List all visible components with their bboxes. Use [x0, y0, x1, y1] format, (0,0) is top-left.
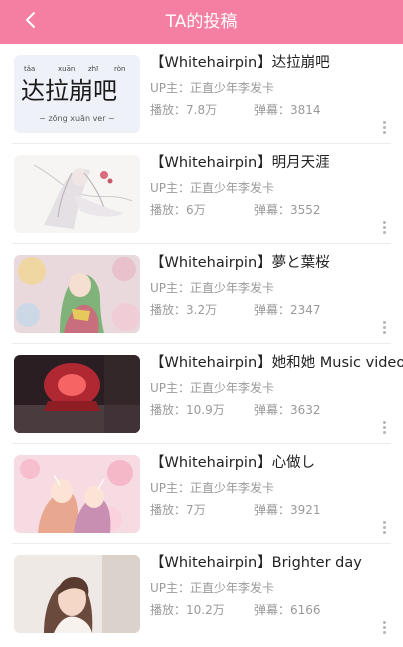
- play-count: 播放：10.9万: [150, 402, 225, 418]
- play-count-label: 播放：: [150, 303, 187, 317]
- danmaku-count-value: 3921: [290, 503, 321, 517]
- uploader-label: UP主：: [150, 381, 191, 395]
- uploader-label: UP主：: [150, 81, 191, 95]
- danmaku-count-value: 3814: [290, 103, 321, 117]
- danmaku-count-value: 3632: [290, 403, 321, 417]
- uploader-label: UP主：: [150, 281, 191, 295]
- video-title[interactable]: 【Whitehairpin】Brighter day: [150, 553, 395, 573]
- danmaku-count: 弹幕：2347: [254, 302, 321, 318]
- play-count-label: 播放：: [150, 403, 187, 417]
- play-count-value: 7万: [186, 503, 206, 517]
- video-thumbnail[interactable]: [14, 355, 140, 433]
- more-button[interactable]: [378, 619, 390, 635]
- play-count-value: 10.9万: [186, 403, 225, 417]
- video-thumbnail[interactable]: [14, 155, 140, 233]
- danmaku-count-label: 弹幕：: [254, 103, 291, 117]
- uploader-name[interactable]: 正直少年李发卡: [190, 281, 274, 295]
- play-count: 播放：7.8万: [150, 102, 217, 118]
- video-thumbnail[interactable]: [14, 555, 140, 633]
- uploader-name[interactable]: 正直少年李发卡: [190, 81, 274, 95]
- page-title: TA的投稿: [165, 12, 238, 32]
- uploader-name[interactable]: 正直少年李发卡: [190, 381, 274, 395]
- danmaku-count-value: 2347: [290, 303, 321, 317]
- danmaku-count-label: 弹幕：: [254, 203, 291, 217]
- video-item[interactable]: 【Whitehairpin】心做し UP主：正直少年李发卡 播放：7万 弹幕：3…: [0, 444, 403, 544]
- video-title[interactable]: 【Whitehairpin】她和她 Music video: [150, 353, 403, 373]
- play-count-value: 10.2万: [186, 603, 225, 617]
- uploader-name[interactable]: 正直少年李发卡: [190, 181, 274, 195]
- more-button[interactable]: [378, 119, 390, 135]
- uploader-info: UP主：正直少年李发卡: [150, 180, 274, 196]
- danmaku-count-value: 3552: [290, 203, 321, 217]
- uploader-info: UP主：正直少年李发卡: [150, 380, 274, 396]
- uploader-name[interactable]: 正直少年李发卡: [190, 581, 274, 595]
- uploader-info: UP主：正直少年李发卡: [150, 580, 274, 596]
- video-item[interactable]: 【Whitehairpin】明月天涯 UP主：正直少年李发卡 播放：6万 弹幕：…: [0, 144, 403, 244]
- thumb-pinyin-1: tǎa: [24, 65, 35, 73]
- video-item[interactable]: 【Whitehairpin】Brighter day UP主：正直少年李发卡 播…: [0, 544, 403, 644]
- play-count-label: 播放：: [150, 603, 187, 617]
- thumb-pinyin-3: zhī: [88, 65, 98, 73]
- thumb-caption-text: ~ zōng xuān ver ~: [39, 114, 115, 123]
- danmaku-count-label: 弹幕：: [254, 503, 291, 517]
- more-button[interactable]: [378, 319, 390, 335]
- danmaku-count: 弹幕：3552: [254, 202, 321, 218]
- play-count-label: 播放：: [150, 503, 187, 517]
- uploader-info: UP主：正直少年李发卡: [150, 480, 274, 496]
- danmaku-count-label: 弹幕：: [254, 603, 291, 617]
- danmaku-count-label: 弹幕：: [254, 303, 291, 317]
- danmaku-count-value: 6166: [290, 603, 321, 617]
- play-count: 播放：10.2万: [150, 602, 225, 618]
- danmaku-count: 弹幕：3921: [254, 502, 321, 518]
- uploader-info: UP主：正直少年李发卡: [150, 80, 274, 96]
- more-button[interactable]: [378, 419, 390, 435]
- video-thumbnail[interactable]: tǎa xuān zhī ròn 达拉崩吧 ~ zōng xuān ver ~: [14, 55, 140, 133]
- uploader-label: UP主：: [150, 181, 191, 195]
- video-item[interactable]: 【Whitehairpin】她和她 Music video UP主：正直少年李发…: [0, 344, 403, 444]
- video-title[interactable]: 【Whitehairpin】心做し: [150, 453, 395, 473]
- video-title[interactable]: 【Whitehairpin】达拉崩吧: [150, 53, 395, 73]
- uploader-label: UP主：: [150, 481, 191, 495]
- play-count-value: 6万: [186, 203, 206, 217]
- danmaku-count: 弹幕：6166: [254, 602, 321, 618]
- uploader-label: UP主：: [150, 581, 191, 595]
- video-thumbnail[interactable]: [14, 455, 140, 533]
- thumb-title-text: 达拉崩吧: [21, 77, 117, 105]
- uploader-name[interactable]: 正直少年李发卡: [190, 481, 274, 495]
- more-button[interactable]: [378, 219, 390, 235]
- video-title[interactable]: 【Whitehairpin】明月天涯: [150, 153, 395, 173]
- danmaku-count-label: 弹幕：: [254, 403, 291, 417]
- danmaku-count: 弹幕：3632: [254, 402, 321, 418]
- play-count-value: 3.2万: [186, 303, 218, 317]
- danmaku-count: 弹幕：3814: [254, 102, 321, 118]
- video-thumbnail[interactable]: [14, 255, 140, 333]
- video-title[interactable]: 【Whitehairpin】夢と葉桜: [150, 253, 395, 273]
- play-count: 播放：3.2万: [150, 302, 217, 318]
- play-count: 播放：7万: [150, 502, 206, 518]
- video-item[interactable]: tǎa xuān zhī ròn 达拉崩吧 ~ zōng xuān ver ~ …: [0, 44, 403, 144]
- play-count-value: 7.8万: [186, 103, 218, 117]
- thumb-pinyin-2: xuān: [58, 65, 75, 73]
- play-count-label: 播放：: [150, 103, 187, 117]
- top-bar: TA的投稿: [0, 0, 403, 44]
- play-count: 播放：6万: [150, 202, 206, 218]
- play-count-label: 播放：: [150, 203, 187, 217]
- thumb-pinyin-4: ròn: [114, 65, 125, 73]
- more-button[interactable]: [378, 519, 390, 535]
- video-item[interactable]: 【Whitehairpin】夢と葉桜 UP主：正直少年李发卡 播放：3.2万 弹…: [0, 244, 403, 344]
- uploader-info: UP主：正直少年李发卡: [150, 280, 274, 296]
